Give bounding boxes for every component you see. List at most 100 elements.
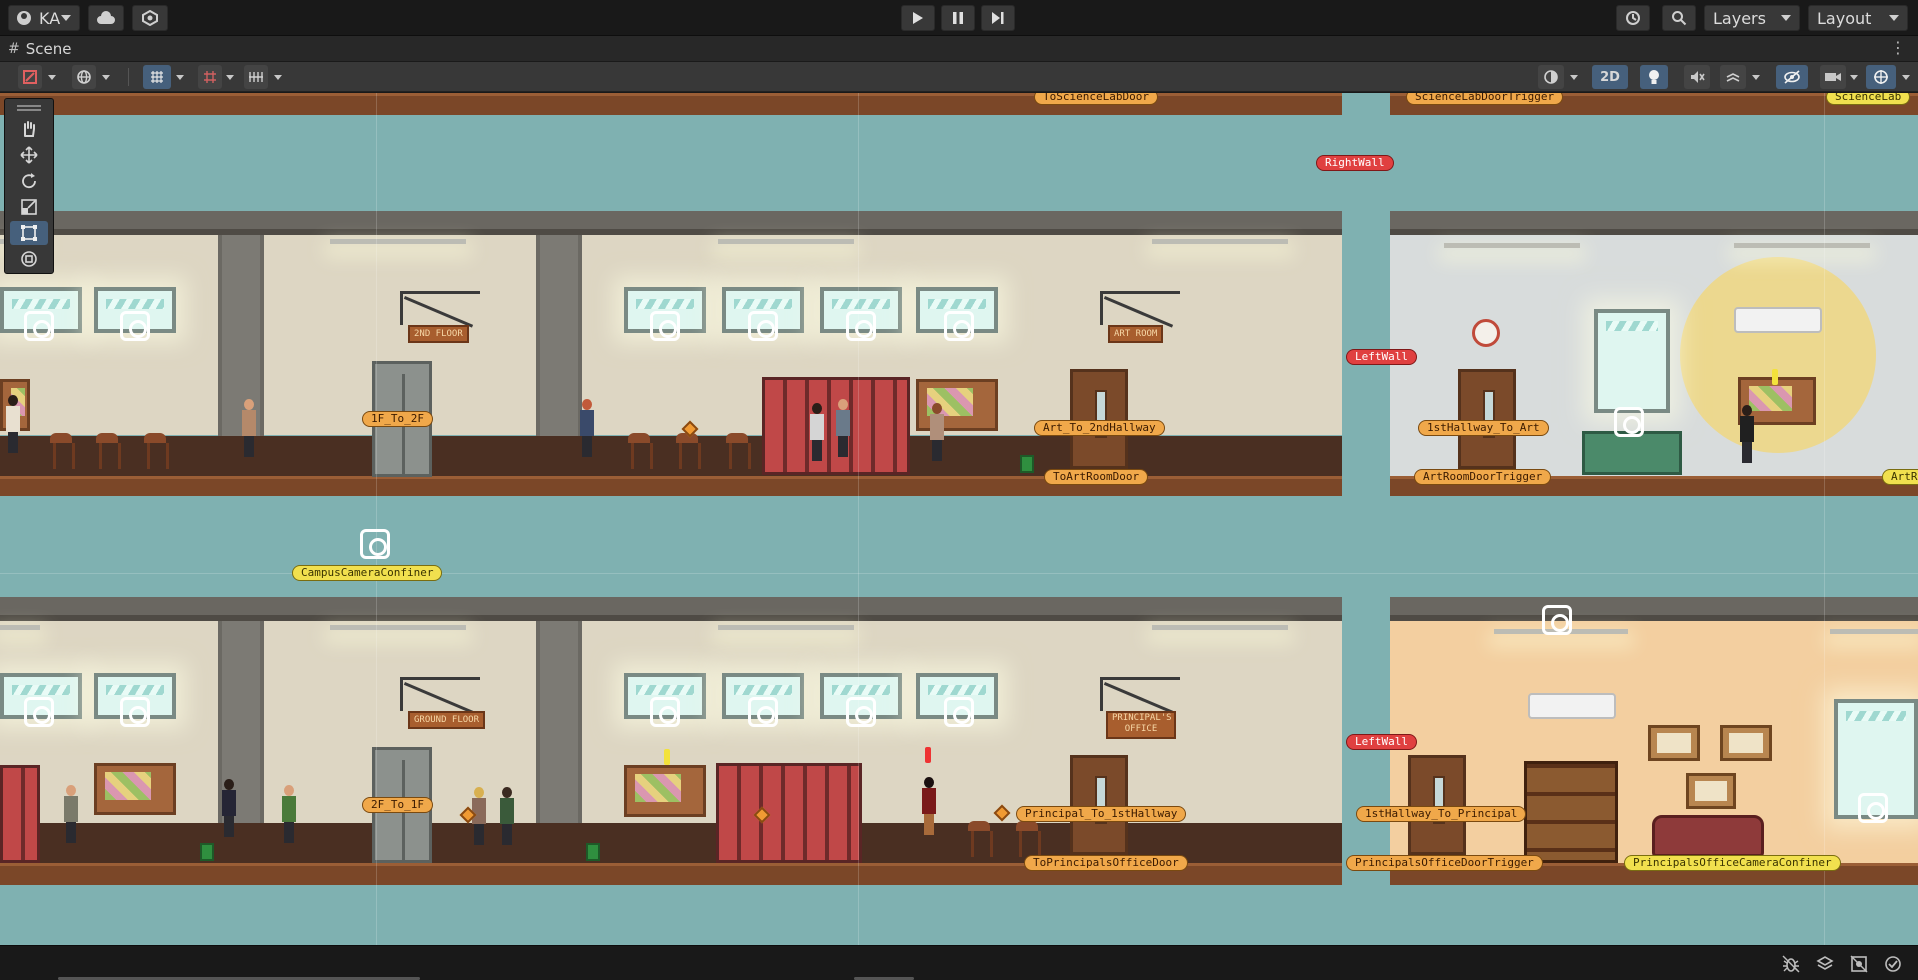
scene-viewport[interactable]: 2ND FLOOR ART ROOM GROUND FLOOR PRINCIPA… <box>0 93 1918 945</box>
npc-head <box>838 399 848 410</box>
camera-gizmo-icon[interactable] <box>748 311 778 341</box>
effects-button[interactable] <box>1720 65 1746 89</box>
layers-label: Layers <box>1713 8 1766 28</box>
chevron-down-icon[interactable] <box>176 75 184 80</box>
camera-gizmo-icon[interactable] <box>24 697 54 727</box>
pause-button[interactable] <box>941 5 975 31</box>
lighting-status-icon[interactable] <box>1850 955 1868 977</box>
align-snap-button[interactable] <box>244 65 268 89</box>
cloud-button[interactable] <box>88 5 124 31</box>
camera-gizmo-icon[interactable] <box>24 311 54 341</box>
camera-gizmo-icon[interactable] <box>1542 605 1572 635</box>
label-campus-camera-confiner[interactable]: CampusCameraConfiner <box>292 565 443 581</box>
more-options-icon[interactable]: ⋮ <box>1890 40 1906 56</box>
move-tool-button[interactable] <box>10 143 48 167</box>
rotate-tool-button[interactable] <box>10 169 48 193</box>
layout-dropdown[interactable]: Layout <box>1808 5 1908 31</box>
ceiling-beam <box>1390 597 1918 621</box>
camera-gizmo-icon[interactable] <box>944 697 974 727</box>
transform-tool-button[interactable] <box>10 247 48 271</box>
audio-toggle-button[interactable] <box>1684 65 1710 89</box>
camera-gizmo-icon[interactable] <box>120 311 150 341</box>
camera-gizmo-icon[interactable] <box>944 311 974 341</box>
chevron-down-icon[interactable] <box>102 75 110 80</box>
collab-button[interactable] <box>132 5 168 31</box>
history-button[interactable] <box>1616 5 1650 31</box>
camera-gizmo-icon[interactable] <box>360 529 390 559</box>
play-button[interactable] <box>901 5 935 31</box>
label-art-room-door-trigger[interactable]: ArtRoomDoorTrigger <box>1414 469 1552 485</box>
quest-marker-icon[interactable] <box>1772 369 1778 385</box>
ceiling-light <box>1734 243 1870 248</box>
camera-settings-button[interactable] <box>1820 65 1846 89</box>
label-right-wall[interactable]: RightWall <box>1316 155 1394 171</box>
label-1st-hallway-to-art[interactable]: 1stHallway_To_Art <box>1418 420 1549 436</box>
label-1f-to-2f[interactable]: 1F_To_2F <box>362 411 433 427</box>
air-conditioner <box>1528 693 1616 719</box>
chevron-down-icon[interactable] <box>1902 75 1910 80</box>
drag-handle-icon[interactable] <box>17 105 41 107</box>
camera-gizmo-icon[interactable] <box>1858 793 1888 823</box>
camera-gizmo-icon[interactable] <box>650 697 680 727</box>
rect-tool-button[interactable] <box>10 221 48 245</box>
label-art-to-2nd-hallway[interactable]: Art_To_2ndHallway <box>1034 420 1165 436</box>
increment-snap-button[interactable] <box>198 65 222 89</box>
label-principals-office-door-trigger[interactable]: PrincipalsOfficeDoorTrigger <box>1346 855 1543 871</box>
transform-icon <box>21 251 37 267</box>
bug-icon[interactable] <box>1782 955 1800 977</box>
shading-mode-button[interactable] <box>1538 65 1564 89</box>
gizmos-button[interactable] <box>1866 65 1896 89</box>
chevron-down-icon[interactable] <box>226 75 234 80</box>
camera-gizmo-icon[interactable] <box>1614 407 1644 437</box>
step-button[interactable] <box>981 5 1015 31</box>
alert-marker-icon[interactable] <box>925 747 931 763</box>
label-principal-to-1st-hallway[interactable]: Principal_To_1stHallway <box>1016 806 1187 822</box>
label-art-room[interactable]: ArtR <box>1882 469 1918 485</box>
label-to-science-lab-door[interactable]: ToScienceLabDoor <box>1034 93 1158 105</box>
bulletin-board <box>624 765 706 817</box>
tool-handle-button[interactable] <box>18 65 42 89</box>
label-science-lab[interactable]: ScienceLab <box>1826 93 1911 105</box>
label-to-art-room-door[interactable]: ToArtRoomDoor <box>1044 469 1149 485</box>
chevron-down-icon[interactable] <box>1570 75 1578 80</box>
toggle-2d-button[interactable]: 2D <box>1592 65 1628 89</box>
chevron-down-icon[interactable] <box>274 75 282 80</box>
label-to-principals-office-door[interactable]: ToPrincipalsOfficeDoor <box>1024 855 1188 871</box>
label-left-wall-upper[interactable]: LeftWall <box>1346 349 1417 365</box>
chevron-down-icon[interactable] <box>1850 75 1858 80</box>
art-room-inner-door <box>1458 369 1516 469</box>
quest-marker-icon[interactable] <box>664 749 670 765</box>
camera-gizmo-icon[interactable] <box>120 697 150 727</box>
lighting-toggle-button[interactable] <box>1640 65 1668 89</box>
chair <box>676 433 701 469</box>
layers-status-icon[interactable] <box>1816 955 1834 977</box>
chevron-down-icon[interactable] <box>1752 75 1760 80</box>
camera-gizmo-icon[interactable] <box>846 697 876 727</box>
eye-slash-icon <box>1784 70 1800 84</box>
search-button[interactable] <box>1662 5 1696 31</box>
chevron-down-icon <box>1889 15 1899 21</box>
layout-label: Layout <box>1817 8 1872 28</box>
air-conditioner <box>1734 307 1822 333</box>
npc-head <box>812 403 822 414</box>
npc-head <box>244 399 254 410</box>
hand-tool-button[interactable] <box>10 117 48 141</box>
hidden-objects-toggle-button[interactable] <box>1776 65 1808 89</box>
check-circle-icon[interactable] <box>1884 955 1902 977</box>
label-2f-to-1f[interactable]: 2F_To_1F <box>362 797 433 813</box>
camera-gizmo-icon[interactable] <box>650 311 680 341</box>
label-1st-hallway-to-principal[interactable]: 1stHallway_To_Principal <box>1356 806 1527 822</box>
scale-tool-button[interactable] <box>10 195 48 219</box>
label-principals-office-camera-confiner[interactable]: PrincipalsOfficeCameraConfiner <box>1624 855 1841 871</box>
label-left-wall-lower[interactable]: LeftWall <box>1346 734 1417 750</box>
label-science-lab-door-trigger[interactable]: ScienceLabDoorTrigger <box>1406 93 1564 105</box>
chevron-down-icon[interactable] <box>48 75 56 80</box>
global-toggle-button[interactable] <box>72 65 96 89</box>
camera-gizmo-icon[interactable] <box>846 311 876 341</box>
account-dropdown[interactable]: KA <box>8 5 80 31</box>
status-bar <box>0 945 1918 980</box>
grid-snap-button[interactable] <box>143 65 171 89</box>
camera-gizmo-icon[interactable] <box>748 697 778 727</box>
layers-dropdown[interactable]: Layers <box>1704 5 1800 31</box>
tab-scene[interactable]: # Scene <box>8 39 71 59</box>
